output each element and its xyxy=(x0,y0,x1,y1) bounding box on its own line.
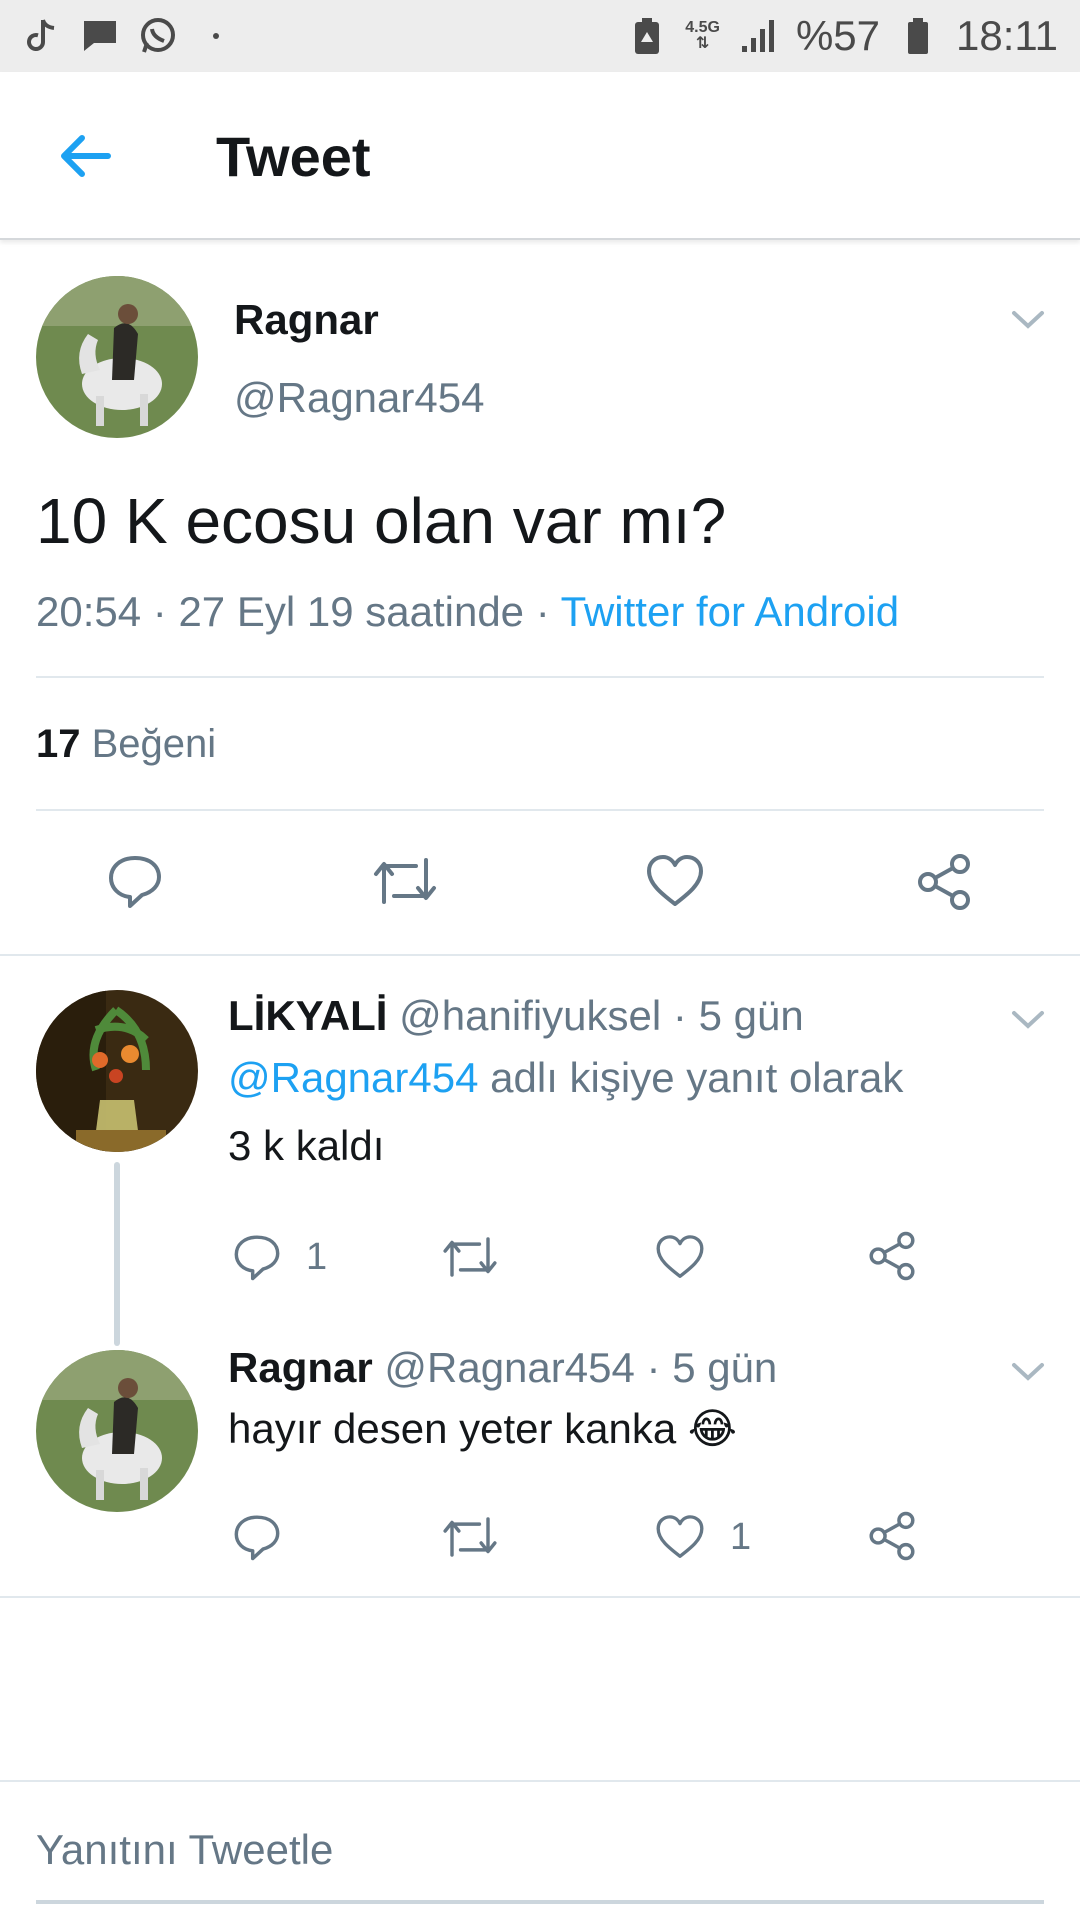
heart-icon xyxy=(647,855,703,906)
tweet-date: 27 Eyl 19 saatinde xyxy=(178,588,525,635)
reply-button[interactable] xyxy=(232,1512,306,1562)
chevron-down-icon xyxy=(1012,311,1044,329)
reply-context: @Ragnar454 adlı kişiye yanıt olarak xyxy=(228,1054,904,1101)
network-indicator: 4.5G ⇅ xyxy=(685,19,720,52)
chevron-down-icon xyxy=(1012,1363,1044,1381)
retweet-icon xyxy=(374,858,436,904)
tweet-meta: 20:54 · 27 Eyl 19 saatinde · Twitter for… xyxy=(36,588,900,635)
reply-header: LİKYALİ @hanifiyuksel · 5 gün xyxy=(228,992,804,1039)
divider xyxy=(36,676,1044,678)
retweet-button[interactable] xyxy=(440,1512,500,1562)
chevron-down-icon xyxy=(1012,1011,1044,1029)
avatar[interactable] xyxy=(36,1350,198,1512)
like-count: 17 xyxy=(36,722,81,766)
tweet-menu-button[interactable] xyxy=(1008,1352,1048,1392)
like-stats[interactable]: 17 Beğeni xyxy=(36,722,216,767)
reply-age: 5 gün xyxy=(698,992,804,1039)
divider xyxy=(36,809,1044,811)
divider xyxy=(0,1596,1080,1598)
battery-icon xyxy=(898,16,938,56)
battery-percent: %57 xyxy=(795,12,880,59)
reply-composer-input[interactable]: Yanıtını Tweetle xyxy=(36,1826,333,1874)
back-button[interactable] xyxy=(52,124,116,188)
like-button[interactable] xyxy=(644,852,706,910)
share-icon xyxy=(869,1511,915,1561)
reply-icon xyxy=(234,1515,280,1561)
reply-icon xyxy=(234,1235,280,1281)
arrow-left-icon xyxy=(61,135,111,177)
flower-vase-avatar-icon xyxy=(36,990,198,1152)
whatsapp-icon xyxy=(138,16,178,56)
message-icon xyxy=(80,16,120,56)
reply-author-handle[interactable]: @hanifiyuksel xyxy=(399,992,661,1039)
composer-underline xyxy=(36,1900,1044,1904)
tweet-menu-button[interactable] xyxy=(1008,1000,1048,1040)
reply-to-link[interactable]: @Ragnar454 xyxy=(228,1054,478,1101)
share-icon xyxy=(918,854,970,910)
author-name[interactable]: Ragnar xyxy=(234,296,379,344)
author-handle[interactable]: @Ragnar454 xyxy=(234,374,484,422)
divider xyxy=(0,954,1080,956)
reply-age: 5 gün xyxy=(672,1344,778,1391)
share-button[interactable] xyxy=(866,1510,918,1562)
avatar[interactable] xyxy=(36,990,198,1152)
reply-header: Ragnar @Ragnar454 · 5 gün xyxy=(228,1344,778,1391)
main-action-bar xyxy=(0,842,1080,922)
heart-icon xyxy=(656,1515,704,1558)
like-button[interactable]: 1 xyxy=(654,1512,751,1562)
signal-icon xyxy=(738,16,778,56)
share-button[interactable] xyxy=(914,852,974,912)
share-button[interactable] xyxy=(866,1230,918,1282)
clock: 18:11 xyxy=(956,12,1058,59)
horse-rider-avatar-icon xyxy=(36,276,198,438)
tweet-text: 10 K ecosu olan var mı? xyxy=(36,485,727,557)
reply-author-name[interactable]: LİKYALİ xyxy=(228,992,387,1039)
retweet-button[interactable] xyxy=(370,852,440,910)
retweet-icon xyxy=(443,1237,497,1277)
horse-rider-avatar-icon xyxy=(36,1350,198,1512)
reply-action-bar: 1 xyxy=(0,1224,1080,1304)
status-bar: 4.5G ⇅ %57 18:11 xyxy=(0,0,1080,72)
app-bar: Tweet xyxy=(0,72,1080,240)
battery-saver-icon xyxy=(627,16,667,56)
reply-text: hayır desen yeter kanka 😂 xyxy=(228,1405,738,1452)
like-button[interactable] xyxy=(654,1232,730,1282)
reply-author-handle[interactable]: @Ragnar454 xyxy=(384,1344,634,1391)
retweet-icon xyxy=(443,1517,497,1557)
reply-author-name[interactable]: Ragnar xyxy=(228,1344,373,1391)
like-count: 1 xyxy=(730,1515,752,1558)
retweet-button[interactable] xyxy=(440,1232,500,1282)
reply-text: 3 k kaldı xyxy=(228,1122,385,1169)
tweet-menu-button[interactable] xyxy=(1008,300,1048,340)
page-title: Tweet xyxy=(216,125,371,188)
like-label: Beğeni xyxy=(91,722,217,766)
reply-icon xyxy=(109,856,161,908)
tweet-source-link[interactable]: Twitter for Android xyxy=(561,588,899,635)
reply-action-bar: 1 xyxy=(0,1504,1080,1584)
tweet-time: 20:54 xyxy=(36,588,142,635)
share-icon xyxy=(869,1231,915,1281)
reply-button[interactable]: 1 xyxy=(232,1232,327,1282)
reply-count: 1 xyxy=(306,1235,328,1278)
notification-dot-icon xyxy=(196,16,236,56)
heart-icon xyxy=(656,1235,704,1278)
avatar[interactable] xyxy=(36,276,198,438)
reply-button[interactable] xyxy=(106,852,164,910)
tiktok-icon xyxy=(22,16,62,56)
divider xyxy=(0,1780,1080,1782)
